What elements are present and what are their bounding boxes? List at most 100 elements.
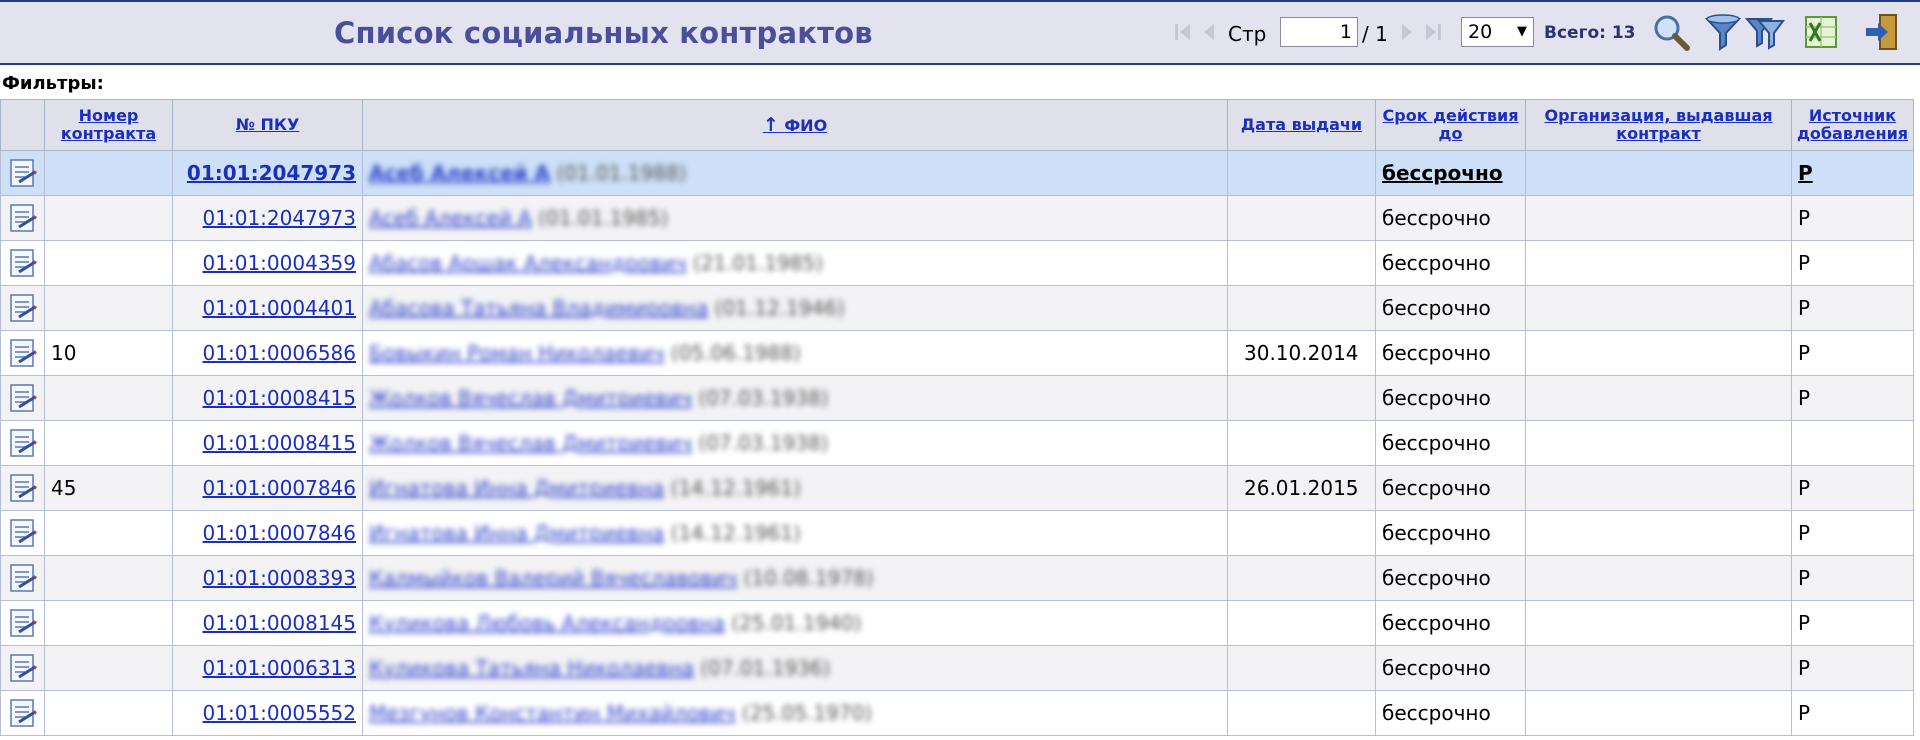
fio-link[interactable]: Куликова Любовь Александровна	[369, 611, 725, 635]
edit-document-icon[interactable]	[8, 608, 38, 638]
pku-link[interactable]: 01:01:0008415	[203, 431, 356, 455]
pku-link[interactable]: 01:01:0008415	[203, 386, 356, 410]
pku-cell[interactable]: 01:01:0008145	[172, 600, 363, 646]
fio-cell[interactable]: Абасов Аршак Александрович (21.01.1985)	[362, 240, 1228, 286]
edit-document-icon[interactable]	[8, 203, 38, 233]
pku-cell[interactable]: 01:01:0006313	[172, 645, 363, 691]
pku-cell[interactable]: 01:01:0007846	[172, 465, 363, 511]
fio-cell[interactable]: Асеб Алексей А (01.01.1988)	[362, 150, 1228, 196]
col-contract-no[interactable]: Номер контракта	[44, 99, 173, 151]
edit-document-icon[interactable]	[8, 518, 38, 548]
table-row[interactable]: 10 01:01:0006586 Бовыкин Роман Николаеви…	[0, 330, 1914, 376]
edit-cell[interactable]	[0, 285, 45, 331]
fio-cell[interactable]: Бовыкин Роман Николаевич (05.06.1988)	[362, 330, 1228, 376]
pku-link[interactable]: 01:01:0004401	[203, 296, 356, 320]
filter-clear-icon[interactable]	[1744, 11, 1786, 53]
fio-cell[interactable]: Асеб Алексей А (01.01.1985)	[362, 195, 1228, 241]
table-row[interactable]: 01:01:0004401 Абасова Татьяна Владимиров…	[0, 285, 1914, 331]
col-pku[interactable]: № ПКУ	[172, 99, 363, 151]
col-issue-date[interactable]: Дата выдачи	[1227, 99, 1376, 151]
fio-cell[interactable]: Жолков Вячеслав Дмитриевич (07.03.1938)	[362, 375, 1228, 421]
fio-cell[interactable]: Абасова Татьяна Владимировна (01.12.1946…	[362, 285, 1228, 331]
last-page-icon[interactable]	[1422, 21, 1444, 43]
table-row[interactable]: 01:01:0008415 Жолков Вячеслав Дмитриевич…	[0, 420, 1914, 466]
pku-cell[interactable]: 01:01:0008393	[172, 555, 363, 601]
fio-link[interactable]: Жолков Вячеслав Дмитриевич	[369, 386, 692, 410]
filter-icon[interactable]	[1702, 11, 1744, 53]
search-icon[interactable]	[1650, 11, 1692, 53]
pku-link[interactable]: 01:01:0005552	[203, 701, 356, 725]
fio-link[interactable]: Бовыкин Роман Николаевич	[369, 341, 664, 365]
edit-cell[interactable]	[0, 465, 45, 511]
edit-document-icon[interactable]	[8, 653, 38, 683]
fio-cell[interactable]: Куликова Любовь Александровна (25.01.194…	[362, 600, 1228, 646]
fio-link[interactable]: Игнатова Инна Дмитриевна	[369, 521, 664, 545]
table-row[interactable]: 01:01:0006313 Куликова Татьяна Николаевн…	[0, 645, 1914, 691]
pku-link[interactable]: 01:01:0007846	[203, 521, 356, 545]
pku-link[interactable]: 01:01:0006313	[203, 656, 356, 680]
edit-cell[interactable]	[0, 420, 45, 466]
col-fio-link[interactable]: ↑ ФИО	[763, 115, 827, 135]
pku-link[interactable]: 01:01:0008145	[203, 611, 356, 635]
fio-link[interactable]: Асеб Алексей А	[369, 206, 532, 230]
fio-link[interactable]: Куликова Татьяна Николаевна	[369, 656, 694, 680]
edit-document-icon[interactable]	[8, 158, 38, 188]
pku-link[interactable]: 01:01:0006586	[203, 341, 356, 365]
col-fio[interactable]: ↑ ФИО	[362, 99, 1228, 151]
page-size-select[interactable]: 20 ▼	[1461, 17, 1534, 47]
fio-link[interactable]: Калмыйков Валерий Вячеславович	[369, 566, 737, 590]
fio-cell[interactable]: Мезгунов Константин Михайлович (25.05.19…	[362, 690, 1228, 736]
pku-link[interactable]: 01:01:0004359	[203, 251, 356, 275]
edit-document-icon[interactable]	[8, 473, 38, 503]
fio-link[interactable]: Абасова Татьяна Владимировна	[369, 296, 708, 320]
edit-cell[interactable]	[0, 330, 45, 376]
excel-export-icon[interactable]	[1800, 11, 1842, 53]
edit-document-icon[interactable]	[8, 563, 38, 593]
fio-cell[interactable]: Куликова Татьяна Николаевна (07.01.1936)	[362, 645, 1228, 691]
table-row[interactable]: 01:01:0008415 Жолков Вячеслав Дмитриевич…	[0, 375, 1914, 421]
pku-cell[interactable]: 01:01:0007846	[172, 510, 363, 556]
fio-link[interactable]: Мезгунов Константин Михайлович	[369, 701, 736, 725]
edit-document-icon[interactable]	[8, 428, 38, 458]
pku-cell[interactable]: 01:01:2047973	[172, 195, 363, 241]
pku-cell[interactable]: 01:01:0006586	[172, 330, 363, 376]
edit-cell[interactable]	[0, 240, 45, 286]
table-row[interactable]: 01:01:2047973 Асеб Алексей А (01.01.1988…	[0, 150, 1914, 196]
pku-cell[interactable]: 01:01:0005552	[172, 690, 363, 736]
prev-page-icon[interactable]	[1198, 21, 1220, 43]
edit-cell[interactable]	[0, 645, 45, 691]
edit-document-icon[interactable]	[8, 698, 38, 728]
pku-cell[interactable]: 01:01:2047973	[172, 150, 363, 196]
table-row[interactable]: 01:01:2047973 Асеб Алексей А (01.01.1985…	[0, 195, 1914, 241]
table-row[interactable]: 01:01:0007846 Игнатова Инна Дмитриевна (…	[0, 510, 1914, 556]
col-valid-until-link[interactable]: Срок действия до	[1383, 106, 1519, 143]
fio-link[interactable]: Абасов Аршак Александрович	[369, 251, 687, 275]
edit-cell[interactable]	[0, 195, 45, 241]
exit-icon[interactable]	[1860, 11, 1902, 53]
col-pku-link[interactable]: № ПКУ	[236, 115, 300, 134]
table-row[interactable]: 01:01:0008393 Калмыйков Валерий Вячеслав…	[0, 555, 1914, 601]
pku-cell[interactable]: 01:01:0004401	[172, 285, 363, 331]
edit-document-icon[interactable]	[8, 383, 38, 413]
table-row[interactable]: 01:01:0004359 Абасов Аршак Александрович…	[0, 240, 1914, 286]
edit-cell[interactable]	[0, 510, 45, 556]
fio-link[interactable]: Жолков Вячеслав Дмитриевич	[369, 431, 692, 455]
edit-document-icon[interactable]	[8, 293, 38, 323]
edit-cell[interactable]	[0, 600, 45, 646]
edit-cell[interactable]	[0, 150, 45, 196]
col-issue-date-link[interactable]: Дата выдачи	[1241, 115, 1362, 134]
pku-cell[interactable]: 01:01:0004359	[172, 240, 363, 286]
fio-cell[interactable]: Игнатова Инна Дмитриевна (14.12.1961)	[362, 510, 1228, 556]
col-source[interactable]: Источник добавления	[1791, 99, 1914, 151]
col-contract-no-link[interactable]: Номер контракта	[61, 106, 156, 143]
fio-cell[interactable]: Жолков Вячеслав Дмитриевич (07.03.1938)	[362, 420, 1228, 466]
col-valid-until[interactable]: Срок действия до	[1375, 99, 1526, 151]
col-org-link[interactable]: Организация, выдавшая контракт	[1544, 106, 1772, 143]
col-org[interactable]: Организация, выдавшая контракт	[1525, 99, 1792, 151]
pku-cell[interactable]: 01:01:0008415	[172, 420, 363, 466]
pku-link[interactable]: 01:01:0008393	[203, 566, 356, 590]
pku-link[interactable]: 01:01:2047973	[187, 161, 356, 185]
page-number-input[interactable]: 1	[1280, 17, 1358, 47]
edit-document-icon[interactable]	[8, 248, 38, 278]
edit-cell[interactable]	[0, 555, 45, 601]
